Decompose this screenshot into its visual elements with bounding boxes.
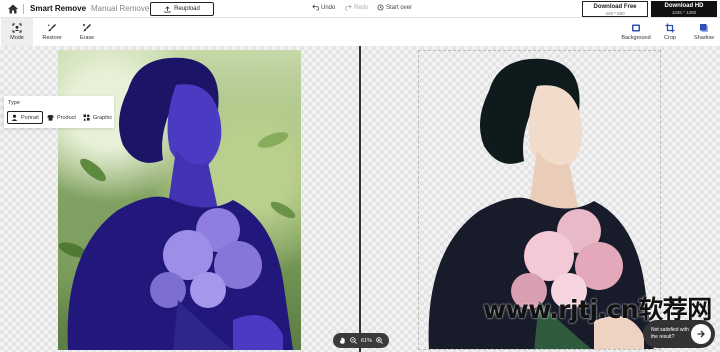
graphic-icon — [83, 114, 90, 121]
zoom-out-button[interactable] — [350, 337, 357, 344]
reupload-label: Reupload — [174, 6, 200, 12]
type-panel: Type Portrait Product Graphic — [4, 96, 114, 128]
download-free-label: Download Free — [593, 4, 637, 10]
zoom-control: 61% — [333, 333, 389, 348]
top-bar: Smart Remove Manual Remove Reupload Undo… — [0, 0, 720, 18]
tab-manual-remove[interactable]: Manual Remove — [91, 4, 149, 13]
upload-icon — [164, 5, 171, 13]
download-hd-button[interactable]: Download HD 1036 * 1280 — [651, 1, 717, 17]
type-option-graphic-label: Graphic — [93, 114, 113, 121]
reupload-button[interactable]: Reupload — [150, 2, 214, 16]
shadow-tool[interactable]: Shadow — [688, 18, 720, 46]
type-option-portrait-label: Portrait — [21, 114, 39, 121]
restore-tool[interactable]: Restore — [36, 18, 68, 46]
undo-label: Undo — [321, 4, 336, 11]
type-option-product-label: Product — [57, 114, 76, 121]
comparison-divider[interactable] — [359, 46, 361, 352]
start-over-label: Start over — [386, 4, 413, 11]
tool-bar: Mode Restore Erase Background Crop Shado… — [0, 18, 720, 46]
restore-label: Restore — [42, 35, 62, 41]
crop-label: Crop — [664, 35, 676, 41]
shadow-label: Shadow — [694, 35, 714, 41]
tab-smart-remove[interactable]: Smart Remove — [30, 4, 86, 13]
arrow-right-icon — [691, 324, 711, 344]
type-option-portrait[interactable]: Portrait — [7, 111, 43, 124]
erase-tool[interactable]: Erase — [71, 18, 103, 46]
undo-icon — [312, 4, 319, 11]
home-icon[interactable] — [7, 3, 19, 15]
type-option-graphic[interactable]: Graphic — [80, 111, 115, 124]
crop-tool[interactable]: Crop — [654, 18, 686, 46]
person-icon — [11, 114, 18, 121]
zoom-in-button[interactable] — [376, 337, 383, 344]
download-hd-label: Download HD — [664, 3, 704, 9]
mode-tool[interactable]: Mode — [1, 18, 33, 46]
background-label: Background — [621, 35, 651, 41]
download-free-size: 449 * 550 — [605, 11, 625, 16]
start-over-button[interactable]: Start over — [377, 4, 412, 11]
header-separator — [23, 4, 24, 14]
zoom-out-icon — [350, 337, 357, 344]
history-icon — [377, 4, 384, 11]
restore-brush-icon — [47, 24, 56, 32]
download-hd-size: 1036 * 1280 — [671, 10, 697, 15]
mode-label: Mode — [10, 35, 24, 41]
redo-button[interactable]: Redo — [345, 4, 368, 11]
original-image[interactable] — [58, 50, 301, 350]
download-free-button[interactable]: Download Free 449 * 550 — [582, 1, 648, 17]
undo-button[interactable]: Undo — [312, 4, 335, 11]
redo-icon — [345, 4, 352, 11]
redo-label: Redo — [354, 4, 369, 11]
pan-hand-button[interactable] — [339, 337, 346, 344]
shadow-icon — [700, 24, 708, 32]
type-title: Type — [8, 100, 20, 106]
mode-icon — [12, 23, 22, 33]
hand-icon — [339, 337, 345, 344]
type-option-product[interactable]: Product — [44, 111, 79, 124]
background-icon — [632, 24, 640, 32]
background-tool[interactable]: Background — [619, 18, 653, 46]
zoom-level: 61% — [360, 337, 372, 344]
zoom-in-icon — [376, 337, 383, 344]
shirt-icon — [47, 114, 54, 121]
feedback-button[interactable]: Not satisfied with the result? — [643, 320, 715, 348]
erase-label: Erase — [79, 35, 95, 41]
crop-icon — [665, 23, 675, 33]
masked-person-illustration — [58, 57, 296, 350]
erase-brush-icon — [82, 23, 91, 32]
